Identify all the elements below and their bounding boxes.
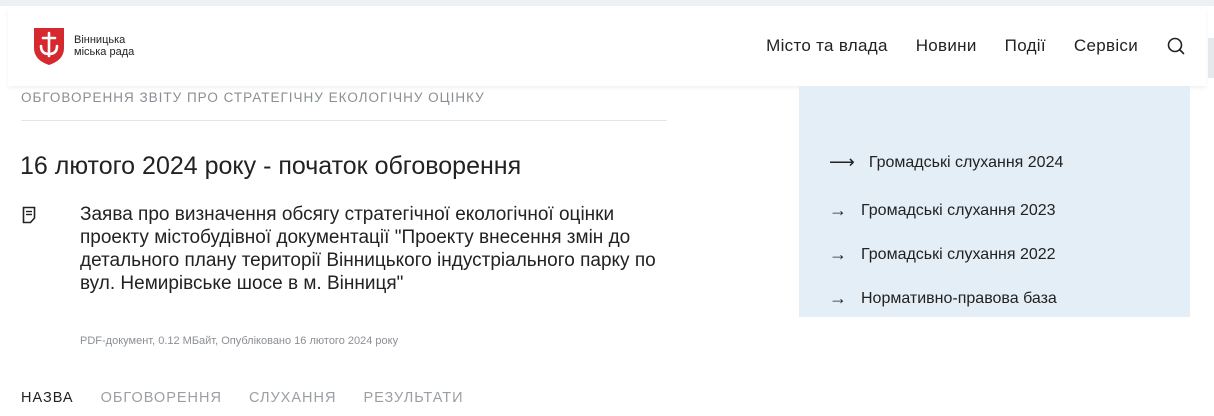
link-legal-base[interactable]: → Нормативно-правова база <box>829 288 1057 309</box>
link-label: Громадські слухання 2024 <box>868 153 1064 171</box>
page-scroll-edge <box>1208 38 1214 78</box>
arrow-right-icon: ⟶ <box>829 152 855 172</box>
link-label: Громадські слухання 2023 <box>861 201 1056 219</box>
document-icon <box>22 206 36 224</box>
arrow-right-icon: → <box>829 244 847 264</box>
logo-text: Вінницька міська рада <box>74 34 134 58</box>
nav-services[interactable]: Сервіси <box>1074 36 1138 56</box>
site-header: Вінницька міська рада Місто та влада Нов… <box>8 8 1206 86</box>
top-strip <box>0 0 1214 6</box>
arrow-right-icon: → <box>829 200 847 220</box>
logo-line-2: міська рада <box>74 46 135 58</box>
nav-city-government[interactable]: Місто та влада <box>766 36 888 56</box>
divider <box>21 120 667 121</box>
link-hearings-2022[interactable]: → Громадські слухання 2022 <box>829 244 1056 265</box>
logo[interactable]: Вінницька міська рада <box>32 26 134 66</box>
main-nav: Місто та влада Новини Події Сервіси <box>738 36 1186 56</box>
nav-news[interactable]: Новини <box>916 36 977 56</box>
page-heading: 16 лютого 2024 року - початок обговоренн… <box>20 152 522 180</box>
link-label: Нормативно-правова база <box>861 289 1057 307</box>
tab-results[interactable]: РЕЗУЛЬТАТИ <box>363 390 463 406</box>
tab-hearings[interactable]: СЛУХАННЯ <box>249 390 336 406</box>
logo-line-1: Вінницька <box>74 34 126 46</box>
search-icon[interactable] <box>1166 36 1186 56</box>
document-link[interactable]: Заява про визначення обсягу стратегічної… <box>80 203 680 295</box>
city-emblem-icon <box>34 28 64 65</box>
tab-discussion[interactable]: ОБГОВОРЕННЯ <box>101 390 222 406</box>
arrow-right-icon: → <box>829 288 847 308</box>
link-label: Громадські слухання 2022 <box>861 245 1056 263</box>
document-meta: PDF-документ, 0.12 МБайт, Опубліковано 1… <box>80 335 399 347</box>
link-hearings-2024[interactable]: ⟶ Громадські слухання 2024 <box>829 152 1063 173</box>
tab-name[interactable]: НАЗВА <box>21 390 74 406</box>
link-hearings-2023[interactable]: → Громадські слухання 2023 <box>829 200 1056 221</box>
tab-bar: НАЗВА ОБГОВОРЕННЯ СЛУХАННЯ РЕЗУЛЬТАТИ <box>21 390 491 406</box>
section-label: ОБГОВОРЕННЯ ЗВІТУ ПРО СТРАТЕГІЧНУ ЕКОЛОГ… <box>21 90 485 105</box>
nav-events[interactable]: Події <box>1005 36 1046 56</box>
side-links-panel: ⟶ Громадські слухання 2024 → Громадські … <box>799 86 1190 317</box>
